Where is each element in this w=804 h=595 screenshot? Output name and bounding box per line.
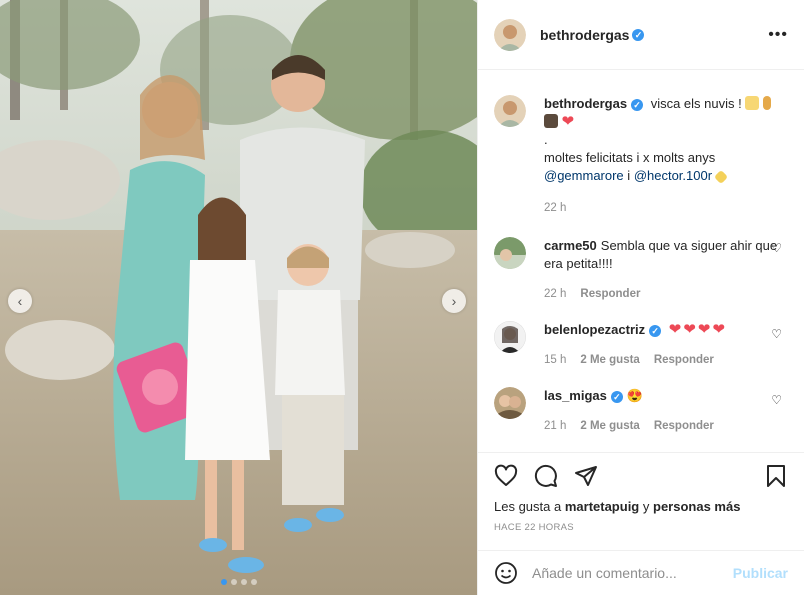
carousel-dot [220,579,227,585]
groom-emoji-icon [544,114,558,128]
comment-likes[interactable]: 2 Me gusta [580,351,639,369]
reply-button[interactable]: Responder [654,417,714,435]
sparkles-emoji-icon [713,169,728,185]
comment-text: ❤❤❤❤ [668,321,728,338]
like-comment-heart-icon[interactable]: ♡ [771,393,782,407]
reply-button[interactable]: Responder [580,285,640,303]
carousel-indicator [0,579,477,585]
likes-others-link[interactable]: personas más [653,499,740,514]
comment-time[interactable]: 15 h [544,351,566,369]
post-username[interactable]: bethrodergas [540,27,629,43]
mention-link[interactable]: @hector.100r [634,168,712,183]
chevron-right-icon: › [451,293,457,309]
verified-icon: ✓ [631,98,644,111]
share-icon[interactable] [574,464,598,488]
post-photo[interactable]: ‹ › [0,0,477,595]
comment-item: belenlopezactriz ✓ ❤❤❤❤ 15 h 2 Me gusta R… [494,321,788,369]
emoji-icon[interactable] [494,561,518,585]
bookmark-icon[interactable] [764,464,788,488]
reply-button[interactable]: Responder [654,351,714,369]
verified-icon: ✓ [610,390,623,403]
key-emoji-icon [763,96,771,110]
caption-text: visca els nuvis ! [650,96,742,111]
caption-dot: . [544,132,548,147]
caption-username[interactable]: bethrodergas [544,96,627,111]
comment-username[interactable]: belenlopezactriz [544,322,645,337]
verified-icon: ✓ [632,28,645,41]
comment-username[interactable]: las_migas [544,388,607,403]
comment-input[interactable]: Añade un comentario... [532,565,677,581]
verified-icon: ✓ [649,324,662,337]
caption-line2: moltes felicitats i x molts anys [544,150,716,165]
comment-username[interactable]: carme50 [544,238,597,253]
avatar[interactable] [494,321,526,353]
publish-button[interactable]: Publicar [733,565,788,581]
avatar[interactable] [494,18,526,51]
comment-icon[interactable] [534,464,558,488]
caption: bethrodergas ✓ visca els nuvis ! ❤ . molt… [494,95,788,217]
comment-item: carme50 Sembla que va siguer ahir que era… [494,237,788,303]
post-timestamp[interactable]: HACE 22 HORAS [494,522,788,533]
avatar[interactable] [494,95,526,127]
comment-likes[interactable]: 2 Me gusta [580,417,639,435]
sun-emoji-icon [745,96,760,110]
add-comment-bar: Añade un comentario... Publicar [478,550,804,595]
comment-time[interactable]: 21 h [544,417,566,435]
post-actions: Les gusta a martetapuig y personas más H… [478,452,804,533]
carousel-next-button[interactable]: › [442,289,466,313]
likes-prefix: Les gusta a [494,499,562,514]
liker-username[interactable]: martetapuig [565,499,639,514]
comment-time[interactable]: 22 h [544,285,566,303]
heart-emoji-icon: ❤ [561,113,575,130]
heart-icon[interactable] [494,464,518,488]
like-comment-heart-icon[interactable]: ♡ [771,327,782,341]
carousel-dot [230,579,237,585]
chevron-left-icon: ‹ [17,293,23,309]
family-photo [0,0,477,595]
caption-conj: i [627,168,631,183]
caption-time[interactable]: 22 h [544,199,566,217]
post-side-panel: bethrodergas ✓ ••• bethrodergas ✓ visca e… [477,0,804,595]
likes-summary: Les gusta a martetapuig y personas más [494,499,788,514]
mention-link[interactable]: @gemmarore [544,168,624,183]
comments-list: bethrodergas ✓ visca els nuvis ! ❤ . molt… [478,71,804,451]
like-comment-heart-icon[interactable]: ♡ [771,241,782,255]
avatar[interactable] [494,237,526,269]
avatar[interactable] [494,387,526,419]
comment-item: las_migas ✓ 😍 21 h 2 Me gusta Responder ♡ [494,387,788,435]
likes-middle: y [642,499,650,514]
carousel-prev-button[interactable]: ‹ [8,289,32,313]
more-options-button[interactable]: ••• [768,26,788,44]
post-header: bethrodergas ✓ ••• [478,0,804,70]
carousel-dot [250,579,257,585]
comment-text: 😍 [626,388,644,403]
carousel-dot [240,579,247,585]
